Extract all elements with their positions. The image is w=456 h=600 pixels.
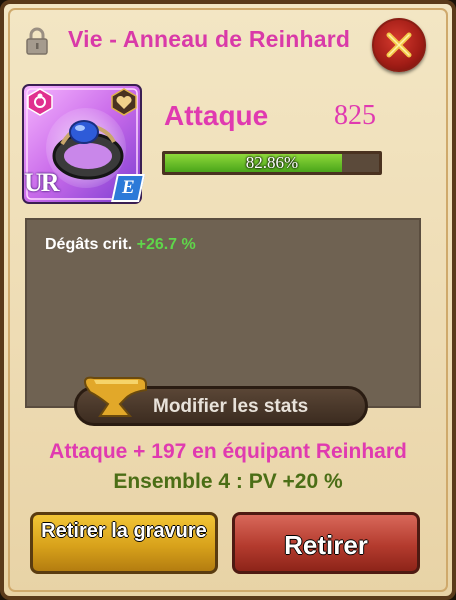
flower-icon <box>27 88 53 116</box>
sub-stat-value: +26.7 % <box>136 236 196 253</box>
rarity-badge: UR <box>24 168 60 197</box>
sub-stat-name: Dégâts crit. <box>45 236 133 253</box>
modify-stats-label: Modifier les stats <box>153 396 309 417</box>
remove-engraving-button[interactable]: Retirer la gravure <box>30 512 218 574</box>
grade-badge: E <box>111 174 145 202</box>
close-button[interactable] <box>372 18 426 72</box>
close-icon <box>386 32 412 58</box>
lock-icon[interactable] <box>24 26 50 56</box>
item-title: Vie - Anneau de Reinhard <box>68 26 351 52</box>
main-stat-name: Attaque <box>164 100 269 131</box>
anvil-icon <box>80 370 150 424</box>
remove-label: Retirer <box>284 530 368 560</box>
set-bonus-text: Ensemble 4 : PV +20 % <box>113 470 343 493</box>
equipment-detail-window: Vie - Anneau de Reinhard UR E Attaque 82… <box>0 0 456 600</box>
remove-button[interactable]: Retirer <box>232 512 420 574</box>
stat-progress-bar: 82.86% <box>162 151 382 175</box>
sub-stat-row: Dégâts crit. +26.7 % <box>45 236 196 254</box>
heart-icon <box>111 88 137 116</box>
progress-label: 82.86% <box>245 153 299 172</box>
grade-label: E <box>121 177 135 198</box>
main-stat-value: 825 <box>334 100 376 131</box>
equip-bonus-text: Attaque + 197 en équipant Reinhard <box>49 440 407 463</box>
item-card[interactable]: UR E <box>22 84 145 204</box>
remove-engraving-label: Retirer la gravure <box>41 520 207 542</box>
